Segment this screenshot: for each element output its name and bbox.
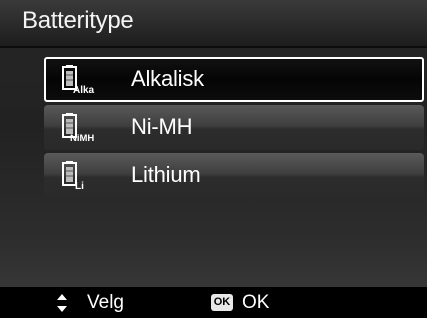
menu-item-lithium[interactable]: Li Lithium <box>44 153 424 198</box>
battery-alka-icon: Alka <box>62 65 95 95</box>
navigate-hint-label: Velg <box>87 292 124 313</box>
up-down-arrows-icon <box>57 294 67 312</box>
footer-bar: Velg OK OK <box>0 287 427 318</box>
icon-subscript: Alka <box>73 85 95 95</box>
menu-item-label: Lithium <box>131 162 201 187</box>
menu-item-alkalisk[interactable]: Alka Alkalisk <box>44 57 424 102</box>
ok-button-icon: OK <box>211 294 233 311</box>
menu-item-label: Alkalisk <box>131 66 204 91</box>
camera-menu-screen: Batteritype Alka Alkalisk NiMH Ni-MH Li … <box>0 0 427 318</box>
title-bar: Batteritype <box>0 0 427 48</box>
icon-subscript: NiMH <box>70 133 94 143</box>
ok-hint-label: OK <box>242 292 270 313</box>
battery-type-menu: Alka Alkalisk NiMH Ni-MH Li Lithium <box>44 57 424 201</box>
menu-item-label: Ni-MH <box>131 114 193 139</box>
battery-lithium-icon: Li <box>62 161 84 191</box>
page-title: Batteritype <box>22 7 134 34</box>
menu-item-ni-mh[interactable]: NiMH Ni-MH <box>44 105 424 150</box>
icon-subscript: Li <box>75 181 84 191</box>
battery-nimh-icon: NiMH <box>62 113 94 143</box>
